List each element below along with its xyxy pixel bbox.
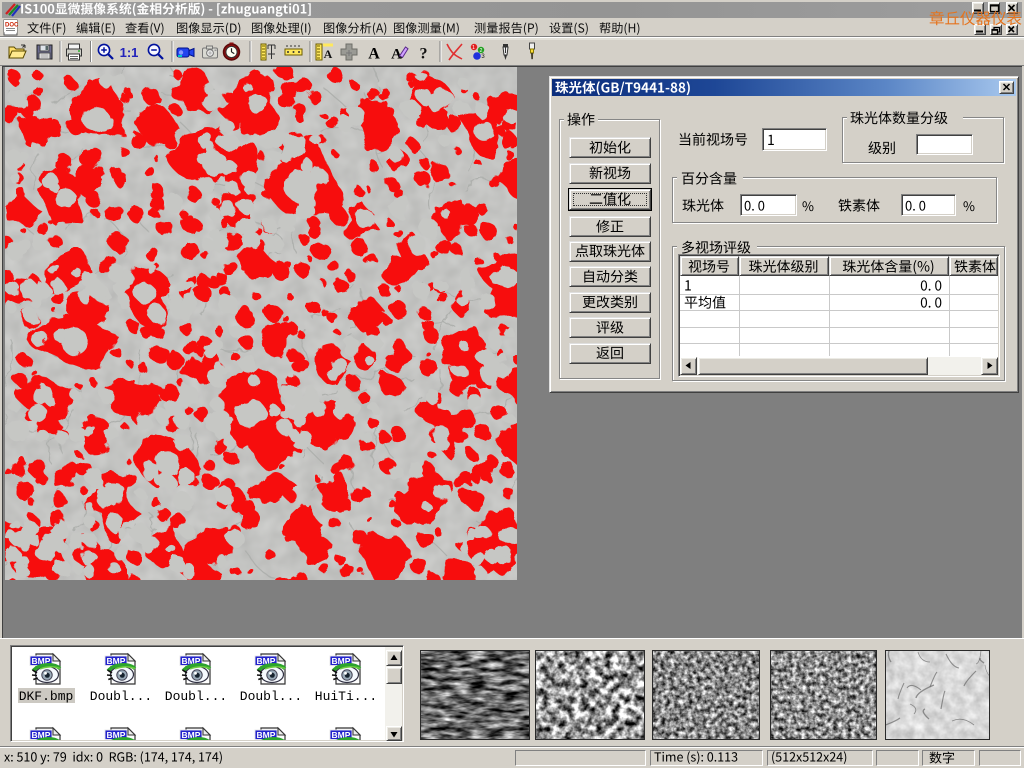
svg-text:HuiTi...: HuiTi... <box>315 689 377 704</box>
svg-text:Doubl...: Doubl... <box>165 689 227 704</box>
svg-text:Doubl...: Doubl... <box>90 689 152 704</box>
svg-text:Doubl...: Doubl... <box>240 689 302 704</box>
svg-text:DKF.bmp: DKF.bmp <box>19 689 74 704</box>
